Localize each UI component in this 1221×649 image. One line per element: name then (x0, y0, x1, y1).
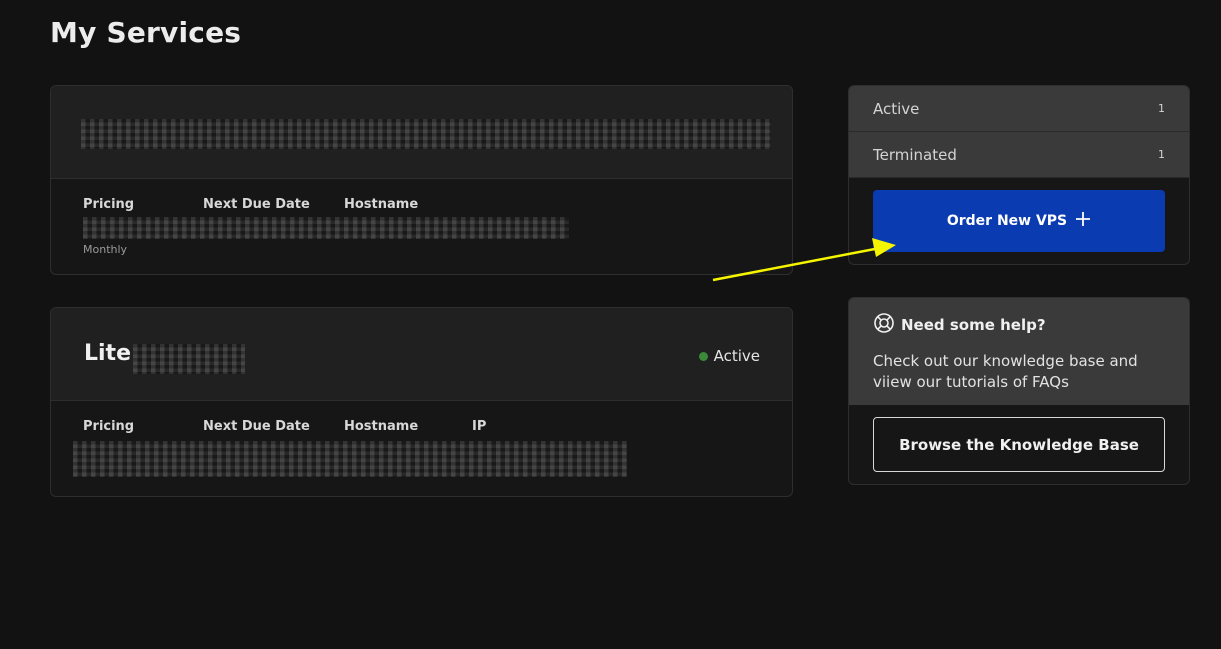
help-description: Check out our knowledge base and viiew o… (873, 352, 1138, 391)
help-title: Need some help? (873, 312, 1046, 338)
plus-icon (1075, 210, 1091, 232)
help-panel: Need some help? Check out our knowledge … (848, 297, 1190, 485)
billing-cycle: Monthly (83, 243, 128, 256)
hostname-label: Hostname (344, 419, 419, 434)
service-status-panel: Active 1 Terminated 1 Order New VPS (848, 85, 1190, 265)
help-title-text: Need some help? (901, 316, 1046, 334)
filter-label: Active (873, 99, 920, 118)
order-new-vps-button[interactable]: Order New VPS (873, 190, 1165, 252)
hostname-label: Hostname (344, 197, 419, 212)
status-dot-icon (698, 351, 708, 361)
filter-label: Terminated (873, 145, 957, 164)
redacted-service-name (81, 119, 771, 149)
service-name: Lite (84, 341, 131, 366)
next-due-date-label: Next Due Date (203, 197, 310, 212)
browse-knowledge-base-button[interactable]: Browse the Knowledge Base (873, 417, 1165, 472)
status-text: Active (713, 347, 760, 365)
redacted-service-details (73, 441, 627, 477)
service-card-details: Pricing Next Due Date Hostname IP (51, 401, 792, 496)
redacted-service-name (133, 344, 245, 374)
status-badge: Active (698, 347, 760, 365)
ip-label: IP (472, 419, 487, 434)
filter-count: 1 (1158, 102, 1165, 115)
filter-count: 1 (1158, 148, 1165, 161)
service-card-details: Pricing Next Due Date Hostname Monthly (51, 179, 792, 274)
pricing-label: Pricing (83, 197, 135, 212)
service-card[interactable]: Lite Active Pricing Next Due Date Hostna… (50, 307, 793, 497)
service-card-header[interactable] (51, 86, 792, 179)
next-due-date-label: Next Due Date (203, 419, 310, 434)
lifebuoy-icon (873, 312, 895, 338)
help-panel-header: Need some help? Check out our knowledge … (849, 298, 1189, 405)
filter-active[interactable]: Active 1 (849, 86, 1189, 132)
filter-terminated[interactable]: Terminated 1 (849, 132, 1189, 178)
order-button-label: Order New VPS (946, 213, 1068, 229)
service-card[interactable]: Pricing Next Due Date Hostname Monthly (50, 85, 793, 275)
pricing-label: Pricing (83, 419, 135, 434)
page-title: My Services (50, 16, 242, 49)
page: My Services Pricing Next Due Date Hostna… (0, 0, 1221, 649)
redacted-service-details (83, 217, 569, 239)
service-card-header[interactable]: Lite Active (51, 308, 792, 401)
